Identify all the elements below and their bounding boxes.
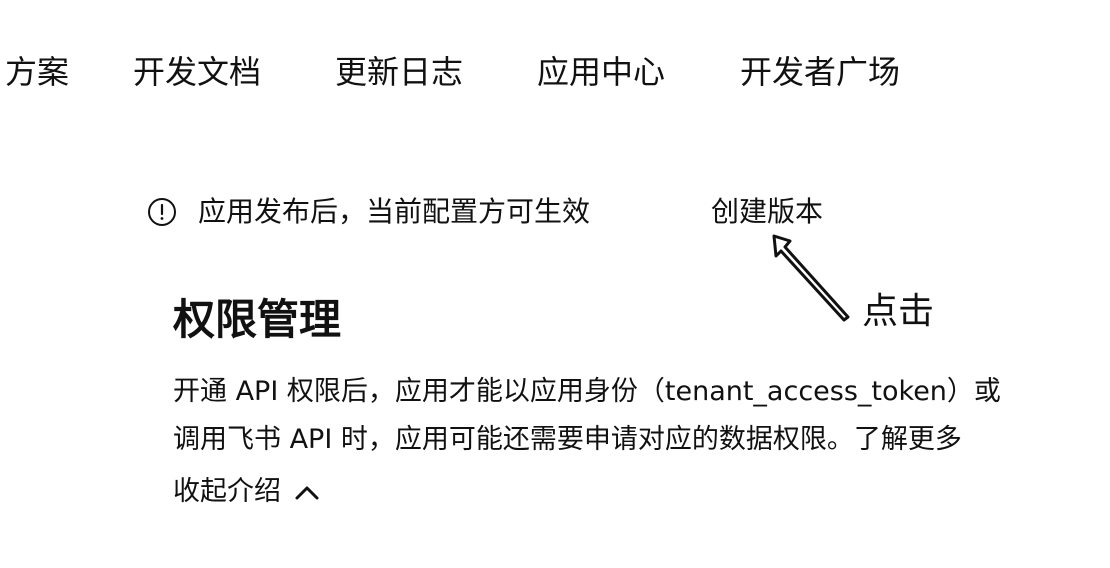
nav-item-developer-plaza[interactable]: 开发者广场: [740, 48, 900, 96]
annotation-label: 点击: [862, 291, 935, 332]
notice-text: 应用发布后，当前配置方可生效: [198, 195, 591, 228]
section-title: 权限管理: [173, 295, 342, 344]
arrow-annotation-icon: [772, 234, 850, 322]
nav-item-solutions[interactable]: 方案: [2, 48, 69, 96]
info-icon: [148, 198, 176, 226]
nav-item-changelog[interactable]: 更新日志: [335, 48, 463, 96]
description-line-1: 开通 API 权限后，应用才能以应用身份（tenant_access_token…: [173, 376, 1001, 407]
nav-item-app-center[interactable]: 应用中心: [537, 48, 665, 96]
top-nav: 方案 开发文档 更新日志 应用中心 开发者广场: [0, 48, 1110, 96]
description-line-2: 调用飞书 API 时，应用可能还需要申请对应的数据权限。了解更多: [173, 424, 962, 455]
nav-item-dev-docs[interactable]: 开发文档: [133, 48, 261, 96]
collapse-intro-toggle[interactable]: 收起介绍: [173, 472, 320, 512]
chevron-up-icon: [295, 486, 319, 500]
collapse-intro-label: 收起介绍: [173, 476, 281, 507]
